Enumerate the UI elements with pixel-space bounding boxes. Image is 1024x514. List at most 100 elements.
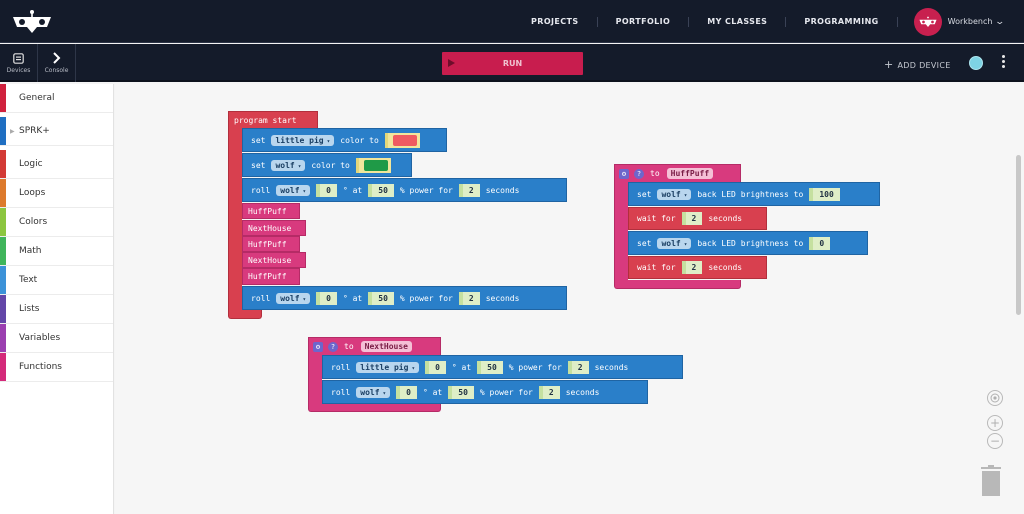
category-general[interactable]: General: [0, 84, 113, 113]
target-dropdown[interactable]: wolf ▾: [271, 159, 306, 171]
category-color-bar: [0, 353, 6, 381]
duration-input[interactable]: 2: [458, 291, 480, 305]
roll-block[interactable]: roll little pig ▾ 0 ° at 50 % power for 2…: [322, 355, 683, 379]
call-huffpuff-block[interactable]: HuffPuff: [242, 236, 300, 252]
heading-input[interactable]: 0: [396, 385, 417, 399]
function-name-field[interactable]: NextHouse: [360, 341, 412, 352]
target-dropdown[interactable]: little pig ▾: [356, 361, 420, 373]
category-color-bar: [0, 150, 6, 178]
connection-status-indicator[interactable]: [969, 56, 983, 70]
recenter-icon[interactable]: [987, 390, 1003, 406]
wait-block[interactable]: wait for 2 seconds: [628, 207, 767, 230]
duration-input[interactable]: 2: [538, 385, 560, 399]
call-nexthouse-block[interactable]: NextHouse: [242, 252, 306, 268]
category-functions[interactable]: Functions: [0, 353, 113, 382]
trash-icon[interactable]: [979, 465, 1003, 497]
zoom-out-icon[interactable]: −: [987, 433, 1003, 449]
target-dropdown[interactable]: wolf ▾: [276, 292, 311, 304]
target-dropdown[interactable]: wolf ▾: [657, 188, 692, 200]
expand-triangle-icon[interactable]: ▶: [10, 128, 15, 135]
roll-block[interactable]: roll wolf ▾ 0 ° at 50 % power for 2 secon…: [322, 380, 648, 404]
function-header[interactable]: ⚙ ? to HuffPuff: [614, 164, 741, 182]
nav-projects[interactable]: PROJECTS: [513, 16, 598, 27]
target-dropdown[interactable]: little pig ▾: [271, 134, 335, 146]
wait-input[interactable]: 2: [681, 261, 703, 274]
category-text[interactable]: Text: [0, 266, 113, 295]
gear-icon[interactable]: ⚙: [619, 168, 629, 179]
category-variables[interactable]: Variables: [0, 324, 113, 353]
robot-avatar-icon: [919, 16, 937, 27]
category-label: Text: [19, 275, 38, 285]
help-icon[interactable]: ?: [634, 168, 644, 179]
nav-portfolio[interactable]: PORTFOLIO: [598, 16, 690, 27]
heading-input[interactable]: 0: [425, 360, 446, 374]
top-bar: PROJECTS PORTFOLIO MY CLASSES PROGRAMMIN…: [0, 0, 1024, 43]
set-pig-color-block[interactable]: set little pig ▾ color to: [242, 128, 447, 152]
add-device-button[interactable]: + ADD DEVICE: [884, 58, 951, 71]
target-dropdown[interactable]: wolf ▾: [276, 184, 311, 196]
category-logic[interactable]: Logic: [0, 150, 113, 179]
duration-input[interactable]: 2: [458, 183, 480, 197]
color-picker[interactable]: [355, 157, 391, 173]
block-text: seconds: [565, 387, 600, 397]
block-text: set: [637, 238, 652, 248]
function-spine: [308, 354, 322, 404]
roll-block[interactable]: roll wolf ▾ 0 ° at 50 % power for 2 secon…: [242, 178, 567, 202]
block-label: program start: [234, 115, 297, 125]
program-start-header[interactable]: program start: [228, 111, 318, 128]
call-nexthouse-block[interactable]: NextHouse: [242, 220, 306, 236]
brightness-input[interactable]: 100: [809, 187, 840, 201]
nav-my-classes[interactable]: MY CLASSES: [689, 16, 787, 27]
heading-input[interactable]: 0: [316, 183, 337, 197]
vertical-scrollbar[interactable]: [1016, 155, 1021, 315]
run-button[interactable]: RUN: [442, 52, 583, 75]
help-icon[interactable]: ?: [328, 341, 338, 352]
function-name-field[interactable]: HuffPuff: [666, 168, 714, 179]
set-led-brightness-block[interactable]: set wolf ▾ back LED brightness to 0: [628, 231, 868, 255]
function-header[interactable]: ⚙ ? to NextHouse: [308, 337, 441, 355]
brightness-input[interactable]: 0: [809, 236, 831, 250]
block-text: ° at: [422, 387, 443, 397]
power-input[interactable]: 50: [477, 360, 503, 374]
function-footer: [308, 403, 441, 412]
target-dropdown[interactable]: wolf ▾: [657, 237, 692, 249]
block-text: % power for: [399, 293, 453, 303]
more-options-icon[interactable]: [1000, 55, 1006, 71]
zoom-in-icon[interactable]: +: [987, 415, 1003, 431]
call-huffpuff-block[interactable]: HuffPuff: [242, 268, 300, 285]
gear-icon[interactable]: ⚙: [313, 341, 323, 352]
category-color-bar: [0, 208, 6, 236]
color-picker[interactable]: [384, 132, 420, 148]
category-color-bar: [0, 84, 6, 112]
set-wolf-color-block[interactable]: set wolf ▾ color to: [242, 153, 412, 177]
wait-input[interactable]: 2: [681, 212, 703, 225]
user-menu[interactable]: Workbench ⌄: [898, 7, 1024, 36]
power-input[interactable]: 50: [368, 183, 394, 197]
category-colors[interactable]: Colors: [0, 208, 113, 237]
power-input[interactable]: 50: [368, 291, 394, 305]
category-loops[interactable]: Loops: [0, 179, 113, 208]
call-huffpuff-block[interactable]: HuffPuff: [242, 203, 300, 219]
console-button[interactable]: Console: [38, 44, 76, 82]
block-text: NextHouse: [248, 255, 292, 265]
function-spine: [614, 181, 628, 281]
roll-block[interactable]: roll wolf ▾ 0 ° at 50 % power for 2 secon…: [242, 286, 567, 310]
category-sprk-plus[interactable]: ▶ SPRK+: [0, 117, 113, 146]
set-led-brightness-block[interactable]: set wolf ▾ back LED brightness to 100: [628, 182, 880, 206]
heading-input[interactable]: 0: [316, 291, 337, 305]
devices-button[interactable]: Devices: [0, 44, 38, 82]
nav-programming[interactable]: PROGRAMMING: [786, 16, 898, 27]
target-dropdown[interactable]: wolf ▾: [356, 386, 391, 398]
wait-block[interactable]: wait for 2 seconds: [628, 256, 767, 279]
robot-logo-icon[interactable]: [12, 9, 52, 35]
category-label: Math: [19, 246, 42, 256]
duration-input[interactable]: 2: [567, 360, 589, 374]
user-name: Workbench: [947, 17, 993, 26]
power-input[interactable]: 50: [448, 385, 474, 399]
block-text: % power for: [399, 185, 453, 195]
category-math[interactable]: Math: [0, 237, 113, 266]
category-label: Loops: [19, 188, 46, 198]
category-label: Colors: [19, 217, 48, 227]
function-footer: [614, 280, 741, 289]
category-lists[interactable]: Lists: [0, 295, 113, 324]
